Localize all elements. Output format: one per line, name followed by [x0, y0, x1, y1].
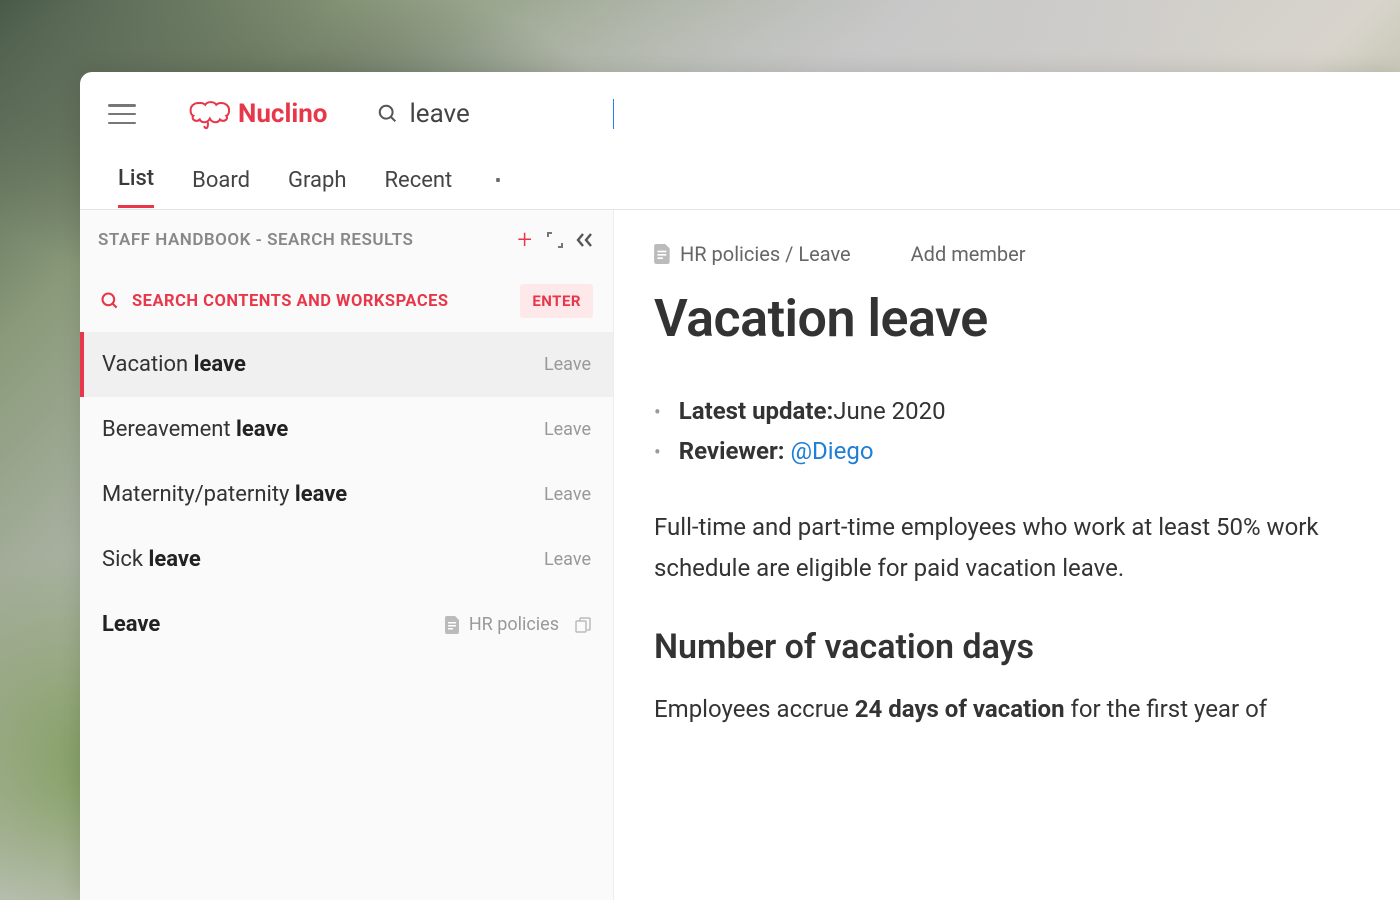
- main-body: STAFF HANDBOOK - SEARCH RESULTS + SEARCH…: [80, 209, 1400, 900]
- result-category: Leave: [544, 484, 591, 505]
- meta-reviewer: Reviewer: @Diego: [654, 431, 1360, 471]
- expand-icon[interactable]: [545, 230, 565, 250]
- result-title: Sick leave: [102, 547, 544, 572]
- result-item[interactable]: Vacation leave Leave: [80, 332, 613, 397]
- tab-board[interactable]: Board: [192, 168, 250, 207]
- brand-name: Nuclino: [238, 99, 327, 129]
- document-icon: [654, 244, 672, 264]
- result-title: Maternity/paternity leave: [102, 482, 544, 507]
- result-title: Bereavement leave: [102, 417, 544, 442]
- search-field[interactable]: [377, 99, 614, 129]
- breadcrumb-row: HR policies / Leave Add member: [654, 242, 1360, 266]
- enter-badge: ENTER: [520, 284, 593, 318]
- search-all-label: SEARCH CONTENTS AND WORKSPACES: [132, 292, 508, 311]
- breadcrumb[interactable]: HR policies / Leave: [654, 242, 851, 266]
- collapse-icon[interactable]: [575, 230, 595, 250]
- add-member-button[interactable]: Add member: [911, 242, 1026, 266]
- result-title: Leave: [102, 612, 445, 637]
- breadcrumb-text: HR policies / Leave: [680, 242, 851, 266]
- sidebar-header: STAFF HANDBOOK - SEARCH RESULTS +: [80, 210, 613, 270]
- result-item[interactable]: Bereavement leave Leave: [80, 397, 613, 462]
- brain-icon: [186, 96, 230, 132]
- page-title: Vacation leave: [654, 288, 1360, 349]
- add-icon[interactable]: +: [515, 230, 535, 250]
- search-icon: [377, 103, 399, 125]
- intro-paragraph: Full-time and part-time employees who wo…: [654, 507, 1360, 589]
- meta-latest-update: Latest update: June 2020: [654, 391, 1360, 431]
- view-tabs: List Board Graph Recent: [80, 148, 1400, 209]
- result-item[interactable]: Leave HR policies: [80, 592, 613, 657]
- document-pane: HR policies / Leave Add member Vacation …: [614, 210, 1400, 900]
- result-title: Vacation leave: [102, 352, 544, 377]
- result-item[interactable]: Sick leave Leave: [80, 527, 613, 592]
- result-category: Leave: [544, 549, 591, 570]
- topbar: Nuclino: [80, 72, 1400, 148]
- tab-list[interactable]: List: [118, 166, 154, 208]
- mention-link[interactable]: @Diego: [791, 437, 874, 465]
- section-heading: Number of vacation days: [654, 627, 1360, 667]
- tab-recent[interactable]: Recent: [384, 168, 452, 207]
- document-icon: [445, 616, 461, 634]
- text-cursor: [613, 99, 614, 129]
- result-category: Leave: [544, 419, 591, 440]
- search-all-row[interactable]: SEARCH CONTENTS AND WORKSPACES ENTER: [80, 270, 613, 332]
- section-paragraph: Employees accrue 24 days of vacation for…: [654, 689, 1360, 730]
- doc-meta-list: Latest update: June 2020 Reviewer: @Dieg…: [654, 391, 1360, 471]
- more-icon[interactable]: [496, 178, 500, 196]
- result-category: Leave: [544, 354, 591, 375]
- brand-logo[interactable]: Nuclino: [186, 96, 327, 132]
- search-input[interactable]: [409, 99, 609, 129]
- search-icon: [100, 291, 120, 311]
- sidebar: STAFF HANDBOOK - SEARCH RESULTS + SEARCH…: [80, 210, 614, 900]
- app-window: Nuclino List Board Graph Recent STAFF HA…: [80, 72, 1400, 900]
- result-category: HR policies: [445, 614, 591, 635]
- collection-icon: [575, 617, 591, 633]
- tab-graph[interactable]: Graph: [288, 168, 346, 207]
- result-item[interactable]: Maternity/paternity leave Leave: [80, 462, 613, 527]
- sidebar-header-title: STAFF HANDBOOK - SEARCH RESULTS: [98, 230, 505, 250]
- menu-icon[interactable]: [108, 104, 136, 124]
